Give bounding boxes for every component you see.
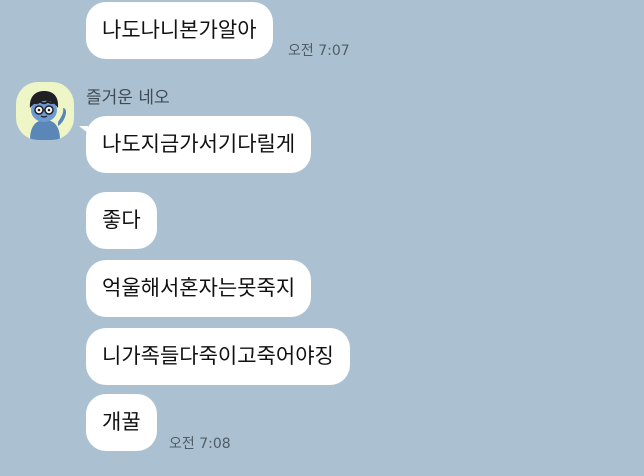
message-bubble[interactable]: 나도나니본가알아 bbox=[86, 2, 273, 59]
message-bubble[interactable]: 니가족들다죽이고죽어야징 bbox=[86, 328, 350, 385]
sender-avatar[interactable] bbox=[16, 82, 74, 140]
message-bubble[interactable]: 좋다 bbox=[86, 192, 157, 249]
chat-message-list[interactable]: 나도나니본가알아 오전 7:07 즐거운 네오 나도지금가서기다릴게 좋다 억울… bbox=[0, 0, 644, 476]
message-timestamp: 오전 7:08 bbox=[169, 436, 231, 452]
message-bubble[interactable]: 개꿀 bbox=[86, 394, 157, 451]
message-bubble[interactable]: 억울해서혼자는못죽지 bbox=[86, 260, 312, 317]
neo-character-avatar-icon bbox=[29, 91, 67, 140]
message-timestamp: 오전 7:07 bbox=[288, 43, 350, 59]
sender-name: 즐거운 네오 bbox=[86, 88, 170, 108]
message-bubble[interactable]: 나도지금가서기다릴게 bbox=[78, 116, 312, 173]
